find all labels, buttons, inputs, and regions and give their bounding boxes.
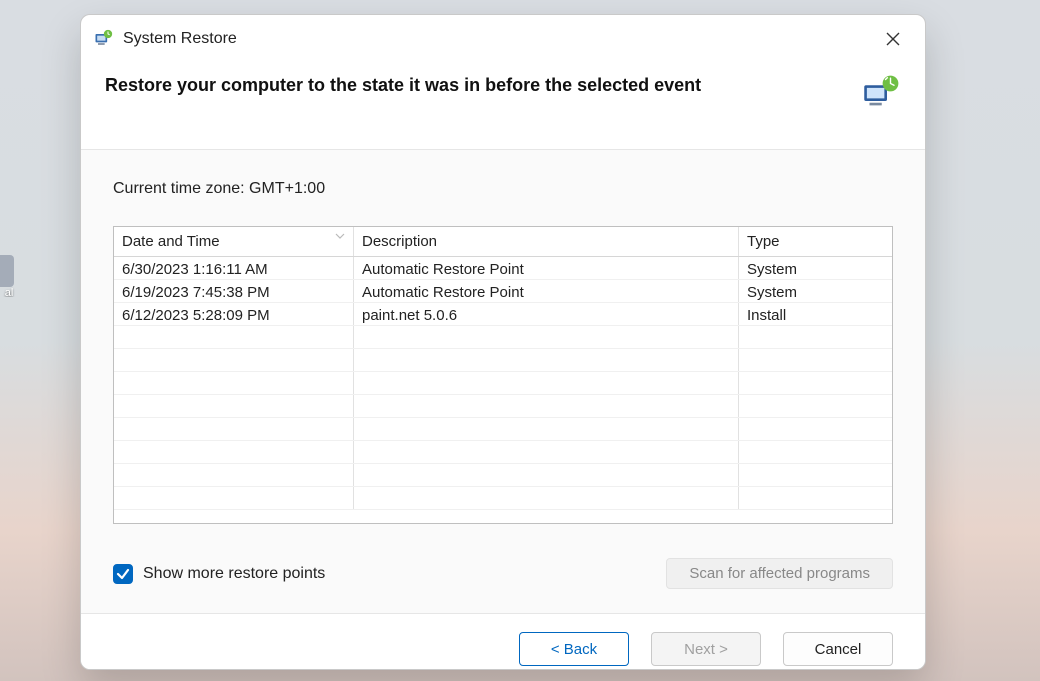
footer-buttons: < Back Next > Cancel	[81, 614, 925, 670]
below-table-bar: Show more restore points Scan for affect…	[113, 558, 893, 589]
header-strip: Restore your computer to the state it wa…	[81, 61, 925, 150]
show-more-label: Show more restore points	[143, 565, 325, 583]
cell-type: System	[739, 257, 892, 279]
scan-affected-programs-button[interactable]: Scan for affected programs	[666, 558, 893, 589]
system-restore-dialog: System Restore Restore your computer to …	[80, 14, 926, 670]
desktop-icon[interactable]: al	[0, 255, 18, 297]
cell-date: 6/12/2023 5:28:09 PM	[114, 303, 354, 325]
table-row[interactable]: 6/30/2023 1:16:11 AM Automatic Restore P…	[114, 257, 892, 280]
cell-desc: paint.net 5.0.6	[354, 303, 739, 325]
column-header-description[interactable]: Description	[354, 227, 739, 256]
close-icon	[886, 32, 900, 46]
titlebar: System Restore	[81, 15, 925, 61]
table-row[interactable]: 6/19/2023 7:45:38 PM Automatic Restore P…	[114, 280, 892, 303]
system-restore-icon	[93, 29, 113, 49]
table-row-empty: .	[114, 418, 892, 441]
back-button[interactable]: < Back	[519, 632, 629, 666]
restore-points-table: Date and Time Description Type 6/30/2023…	[113, 226, 893, 524]
table-row-empty: .	[114, 395, 892, 418]
desktop-icon-label: al	[5, 287, 14, 297]
restore-wizard-icon	[859, 73, 901, 115]
table-row-empty: .	[114, 441, 892, 464]
table-row-empty: .	[114, 372, 892, 395]
checkbox-box	[113, 564, 133, 584]
table-body: 6/30/2023 1:16:11 AM Automatic Restore P…	[114, 257, 892, 523]
cell-date: 6/19/2023 7:45:38 PM	[114, 280, 354, 302]
table-header-row: Date and Time Description Type	[114, 227, 892, 257]
cancel-button[interactable]: Cancel	[783, 632, 893, 666]
cell-desc: Automatic Restore Point	[354, 280, 739, 302]
page-heading: Restore your computer to the state it wa…	[105, 75, 859, 96]
timezone-label: Current time zone: GMT+1:00	[113, 180, 893, 198]
table-row-empty: .	[114, 487, 892, 510]
window-title: System Restore	[123, 30, 237, 48]
sort-desc-icon	[333, 229, 347, 243]
table-row-empty: .	[114, 349, 892, 372]
table-row-empty: .	[114, 464, 892, 487]
cell-type: Install	[739, 303, 892, 325]
cell-date: 6/30/2023 1:16:11 AM	[114, 257, 354, 279]
column-header-date[interactable]: Date and Time	[114, 227, 354, 256]
column-header-date-label: Date and Time	[122, 233, 220, 250]
close-button[interactable]	[873, 23, 913, 55]
check-icon	[116, 567, 130, 581]
content-area: Current time zone: GMT+1:00 Date and Tim…	[81, 150, 925, 614]
cell-type: System	[739, 280, 892, 302]
cell-desc: Automatic Restore Point	[354, 257, 739, 279]
column-header-type[interactable]: Type	[739, 227, 892, 256]
table-row[interactable]: 6/12/2023 5:28:09 PM paint.net 5.0.6 Ins…	[114, 303, 892, 326]
next-button[interactable]: Next >	[651, 632, 761, 666]
table-row-empty: .	[114, 326, 892, 349]
show-more-checkbox[interactable]: Show more restore points	[113, 564, 325, 584]
